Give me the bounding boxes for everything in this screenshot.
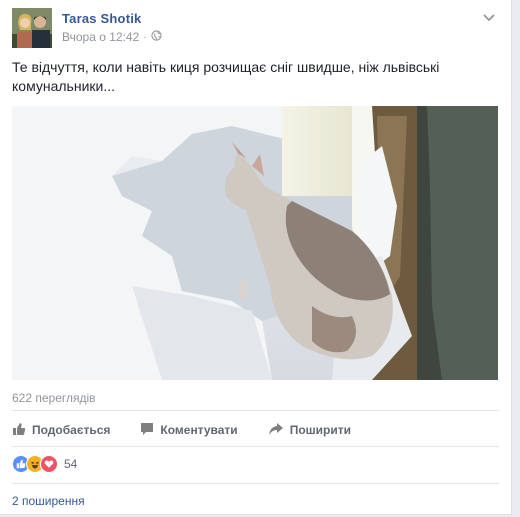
post-meta: Вчора о 12:42 · <box>62 30 162 44</box>
avatar[interactable] <box>12 8 52 48</box>
comment-label: Коментувати <box>160 423 238 437</box>
post-options-chevron-icon[interactable] <box>479 8 499 28</box>
post-card: Taras Shotik Вчора о 12:42 · Те відчуття… <box>0 0 512 515</box>
share-button[interactable]: Поширити <box>268 422 351 439</box>
reactions-summary[interactable]: 54 <box>12 454 77 474</box>
like-button[interactable]: Подобається <box>12 422 110 439</box>
meta-separator: · <box>143 31 147 43</box>
comment-icon <box>140 422 154 439</box>
divider <box>12 446 499 447</box>
share-count-link[interactable]: 2 поширення <box>12 494 85 508</box>
author-name[interactable]: Taras Shotik <box>62 11 141 26</box>
view-count: 622 переглядів <box>12 391 96 405</box>
share-label: Поширити <box>289 423 351 437</box>
love-icon <box>40 455 58 473</box>
divider <box>12 410 499 411</box>
globe-icon[interactable] <box>150 30 162 44</box>
post-timestamp[interactable]: Вчора о 12:42 <box>62 30 139 44</box>
video-thumbnail <box>12 106 498 380</box>
action-bar: Подобається Коментувати Поширити <box>12 418 381 442</box>
comment-button[interactable]: Коментувати <box>140 422 238 439</box>
thumbs-up-icon <box>12 422 26 439</box>
video-player[interactable] <box>12 106 498 380</box>
like-label: Подобається <box>32 423 111 437</box>
share-arrow-icon <box>268 422 284 439</box>
divider <box>12 483 499 484</box>
post-header: Taras Shotik Вчора о 12:42 · <box>12 8 499 48</box>
post-text: Те відчуття, коли навіть киця розчищає с… <box>12 59 440 94</box>
reaction-count[interactable]: 54 <box>64 457 77 471</box>
